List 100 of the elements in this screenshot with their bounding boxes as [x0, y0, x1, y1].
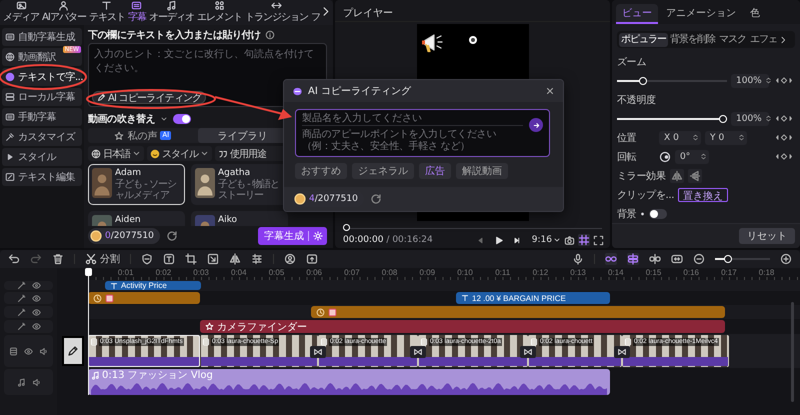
sidebar-item[interactable]: 自動字幕生成: [2, 28, 82, 46]
filter-dropdown[interactable]: スタイル: [147, 146, 212, 161]
category-chip[interactable]: 広告: [419, 163, 451, 179]
note-icon[interactable]: [16, 378, 26, 386]
split-button[interactable]: 分割: [85, 252, 120, 266]
tracks-icon[interactable]: [627, 253, 639, 265]
sidebar-item[interactable]: テキストで字...: [2, 68, 82, 86]
sticker-clip[interactable]: [311, 306, 725, 318]
wand-icon[interactable]: [16, 281, 26, 290]
sidebar-item[interactable]: 手動字幕: [2, 108, 82, 126]
zoom-out-icon[interactable]: [693, 253, 705, 265]
slider-thumb[interactable]: [724, 255, 732, 263]
send-button[interactable]: [529, 118, 543, 132]
category-chip[interactable]: おすすめ: [295, 163, 347, 179]
person-icon[interactable]: [284, 253, 296, 265]
wand-icon[interactable]: [16, 308, 26, 316]
generate-button[interactable]: 字幕生成: [258, 227, 327, 245]
undo-icon[interactable]: [8, 253, 20, 265]
caret-icon[interactable]: [160, 115, 168, 123]
tab[interactable]: エフェ: [748, 32, 779, 47]
voice-card[interactable]: Adam 子ども - ソーシャルメディア: [88, 164, 185, 205]
thumbnail-placeholder[interactable]: [62, 336, 84, 366]
value-field[interactable]: 100%: [731, 112, 769, 126]
slider-thumb[interactable]: [343, 224, 350, 231]
sidebar-item[interactable]: テキスト編集: [2, 168, 82, 186]
zoom-in-icon[interactable]: [780, 253, 792, 265]
refresh-icon[interactable]: [370, 193, 382, 205]
rotation-field[interactable]: 0°: [675, 150, 709, 164]
tab[interactable]: トランジション: [244, 0, 309, 25]
keyframe-icon[interactable]: [773, 133, 795, 142]
speaker-icon[interactable]: [32, 378, 40, 386]
transition-icon[interactable]: [410, 346, 426, 358]
wand-icon[interactable]: [16, 322, 26, 331]
category-chip[interactable]: ジェネラル: [352, 163, 414, 179]
previous-frame-icon[interactable]: [476, 236, 485, 244]
voice-card[interactable]: Aiden: [88, 211, 185, 226]
shield-icon[interactable]: [141, 253, 153, 265]
keyframe-icon[interactable]: [773, 152, 795, 162]
link-icon[interactable]: [605, 253, 617, 265]
effect-clip[interactable]: カメラファインダー: [200, 320, 725, 333]
adjust-icon[interactable]: [251, 253, 263, 265]
keyframe-icon[interactable]: [773, 76, 795, 86]
scrollbar[interactable]: [791, 302, 794, 402]
delete-icon[interactable]: [52, 253, 64, 265]
sidebar-item[interactable]: ローカル字幕: [2, 88, 82, 106]
reset-button[interactable]: リセット: [739, 228, 795, 244]
tab[interactable]: マスク: [717, 32, 748, 47]
tab[interactable]: AIアバター: [41, 0, 87, 25]
speaker-icon[interactable]: [39, 346, 48, 356]
keyframe-icon[interactable]: [773, 114, 795, 124]
slider-thumb[interactable]: [719, 114, 727, 123]
tab[interactable]: エレメント: [196, 0, 243, 25]
text-box-icon[interactable]: [163, 253, 175, 265]
grid-icon[interactable]: [578, 234, 590, 246]
tab[interactable]: フ: [310, 0, 321, 25]
voice-card[interactable]: Aiko: [191, 211, 288, 226]
slider-thumb[interactable]: [639, 76, 648, 85]
film-icon[interactable]: [9, 346, 18, 356]
y-field[interactable]: Y 0: [705, 130, 747, 145]
transition-icon[interactable]: [520, 346, 536, 358]
tab[interactable]: テキスト: [88, 0, 126, 25]
chevron-right-icon[interactable]: [779, 36, 787, 44]
flip-vertical-icon[interactable]: [688, 168, 702, 183]
tab[interactable]: オーディオ: [148, 0, 195, 25]
eye-icon[interactable]: [32, 322, 40, 331]
export-icon[interactable]: [306, 253, 318, 265]
tab[interactable]: アニメーション: [660, 4, 742, 24]
resize-icon[interactable]: [207, 253, 219, 265]
sidebar-item[interactable]: スタイル: [2, 148, 82, 166]
title-clip[interactable]: Activity Price: [105, 281, 201, 290]
crop-icon[interactable]: [185, 253, 197, 265]
flip-horizontal-icon[interactable]: [670, 168, 684, 183]
toggle-switch[interactable]: [173, 114, 192, 124]
fit-icon[interactable]: [671, 253, 683, 265]
title-clip[interactable]: 12 .00 ¥ BARGAIN PRICE: [456, 292, 610, 304]
info-icon[interactable]: [264, 30, 275, 40]
tab[interactable]: 字幕: [126, 0, 147, 25]
playhead[interactable]: [85, 268, 92, 395]
product-name-field[interactable]: 製品名を入力してください: [302, 112, 523, 126]
value-field[interactable]: 100%: [731, 74, 769, 88]
microphone-icon[interactable]: [572, 253, 584, 265]
camera-icon[interactable]: [564, 234, 575, 246]
sticker-clip[interactable]: [88, 292, 200, 304]
close-icon[interactable]: [545, 86, 555, 96]
transition-icon[interactable]: [310, 346, 326, 358]
sidebar-item[interactable]: カスタマイズ: [2, 128, 82, 146]
dial-icon[interactable]: [659, 150, 671, 163]
mirror-icon[interactable]: [229, 253, 241, 265]
x-field[interactable]: X 0: [659, 130, 701, 145]
tab[interactable]: 背景を削除: [668, 32, 717, 47]
tab[interactable]: 色: [744, 4, 766, 24]
eye-icon[interactable]: [32, 294, 40, 302]
tab[interactable]: ポピュラー: [619, 32, 668, 47]
next-frame-icon[interactable]: [512, 236, 521, 244]
eye-icon[interactable]: [32, 308, 40, 316]
eye-icon[interactable]: [32, 281, 40, 290]
refresh-icon[interactable]: [166, 230, 178, 242]
rotate-handle[interactable]: [468, 36, 476, 44]
toggle-switch[interactable]: [649, 208, 668, 219]
tab[interactable]: ビュー: [616, 4, 658, 24]
